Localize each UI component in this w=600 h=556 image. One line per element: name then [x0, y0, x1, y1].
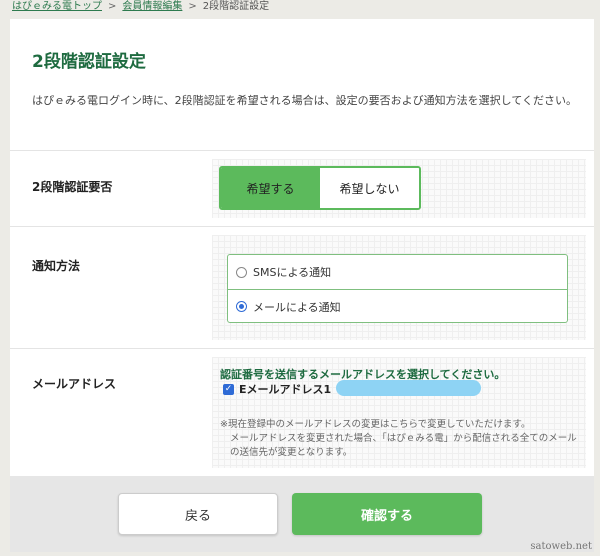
mail-checkbox[interactable]: ✓	[223, 383, 234, 395]
back-button[interactable]: 戻る	[118, 493, 278, 535]
redacted-email-overlay	[336, 380, 481, 396]
two-step-option-no[interactable]: 希望しない	[320, 168, 419, 208]
notify-label: 通知方法	[32, 259, 81, 273]
page-title: 2段階認証設定	[32, 52, 146, 72]
mail-checkbox-row[interactable]: ✓ Eメールアドレス1	[223, 381, 331, 397]
mail-label: メールアドレス	[32, 377, 117, 391]
notify-option-sms[interactable]: SMSによる通知	[228, 255, 567, 289]
notify-option-mail[interactable]: メールによる通知	[228, 289, 567, 323]
two-step-toggle: 希望する 希望しない	[219, 166, 421, 210]
breadcrumb-link-member-edit[interactable]: 会員情報編集	[122, 0, 182, 13]
mail-note-line-1: ※現在登録中のメールアドレスの変更はこちらで変更していただけます。	[220, 419, 531, 430]
two-step-label: 2段階認証要否	[32, 180, 113, 194]
breadcrumb: はぴｅみる電トップ > 会員情報編集 > 2段階認証設定	[0, 0, 600, 18]
page-description: はぴｅみる電ログイン時に、2段階認証を希望される場合は、設定の要否および通知方法…	[32, 94, 578, 107]
two-step-option-yes[interactable]: 希望する	[221, 168, 320, 208]
notify-option-mail-label: メールによる通知	[253, 300, 341, 314]
confirm-button[interactable]: 確認する	[292, 493, 482, 535]
notify-option-sms-label: SMSによる通知	[253, 266, 332, 279]
settings-panel: 2段階認証設定 はぴｅみる電ログイン時に、2段階認証を希望される場合は、設定の要…	[10, 19, 594, 552]
breadcrumb-separator: >	[188, 1, 197, 12]
mail-checkbox-label: Eメールアドレス1	[239, 383, 332, 396]
breadcrumb-current: 2段階認証設定	[202, 1, 270, 12]
watermark: satoweb.net	[530, 541, 592, 552]
footer-bar: 戻る 確認する	[10, 476, 594, 552]
notify-radio-group: SMSによる通知 メールによる通知	[227, 254, 568, 323]
breadcrumb-link-top[interactable]: はぴｅみる電トップ	[12, 0, 102, 13]
radio-sms[interactable]	[236, 266, 247, 278]
breadcrumb-separator: >	[108, 1, 117, 12]
radio-mail[interactable]	[236, 301, 247, 312]
mail-note: ※現在登録中のメールアドレスの変更はこちらで変更していただけます。 メールアドレ…	[220, 418, 580, 460]
mail-note-line-2: メールアドレスを変更された場合、「はぴｅみる電」から配信される全てのメールの送信…	[230, 433, 577, 458]
